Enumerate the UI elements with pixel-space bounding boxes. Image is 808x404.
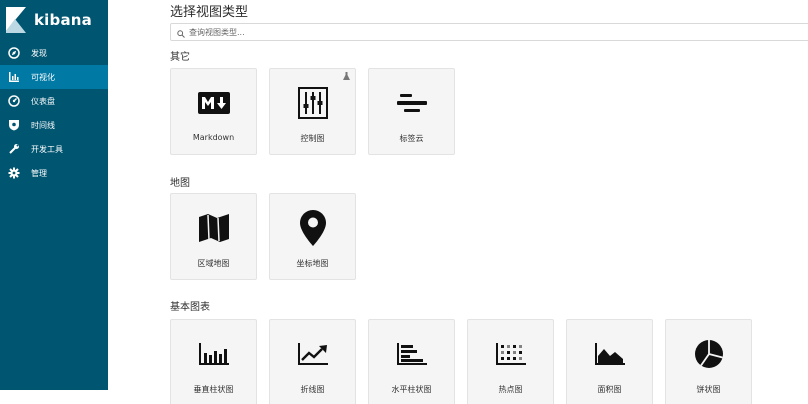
vertical-bar-icon bbox=[171, 338, 256, 370]
card-label: 折线图 bbox=[300, 385, 325, 394]
card-label: 热点图 bbox=[498, 385, 523, 394]
wrench-icon bbox=[8, 143, 20, 155]
card-label: 区域地图 bbox=[197, 259, 230, 268]
vis-card-controls[interactable]: 控制图 bbox=[269, 68, 356, 155]
tag-cloud-icon bbox=[369, 87, 454, 119]
vis-card-area[interactable]: 面积图 bbox=[566, 319, 653, 404]
compass-icon bbox=[8, 47, 20, 59]
sidebar: kibana 发现 可视化 仪表盘 时间线 开发工具 管理 bbox=[0, 0, 108, 390]
vis-card-tag-cloud[interactable]: 标签云 bbox=[368, 68, 455, 155]
card-label: 坐标地图 bbox=[296, 259, 329, 268]
horizontal-bar-icon bbox=[369, 338, 454, 370]
card-label: 标签云 bbox=[399, 134, 424, 143]
controls-icon bbox=[270, 87, 355, 119]
card-label: 水平柱状图 bbox=[391, 385, 432, 394]
sidebar-item-dev-tools[interactable]: 开发工具 bbox=[0, 137, 108, 161]
search-input[interactable] bbox=[189, 27, 749, 37]
vis-card-heatmap[interactable]: 热点图 bbox=[467, 319, 554, 404]
vis-card-vertical-bar[interactable]: 垂直柱状图 bbox=[170, 319, 257, 404]
sidebar-item-label: 发现 bbox=[31, 48, 47, 58]
card-label: 面积图 bbox=[597, 385, 622, 394]
card-label: 控制图 bbox=[300, 134, 325, 143]
vis-card-markdown[interactable]: Markdown bbox=[170, 68, 257, 155]
line-chart-icon bbox=[270, 338, 355, 370]
section-title-maps: 地图 bbox=[170, 178, 190, 189]
gauge-icon bbox=[8, 95, 20, 107]
brand-name: kibana bbox=[34, 11, 92, 29]
card-label: Markdown bbox=[192, 133, 235, 142]
card-label: 饼状图 bbox=[696, 385, 721, 394]
sidebar-item-discover[interactable]: 发现 bbox=[0, 41, 108, 65]
search-icon bbox=[177, 23, 185, 42]
region-map-icon bbox=[171, 212, 256, 244]
sidebar-item-management[interactable]: 管理 bbox=[0, 161, 108, 185]
vis-card-coordinate-map[interactable]: 坐标地图 bbox=[269, 193, 356, 280]
section-title-basic-charts: 基本图表 bbox=[170, 302, 210, 313]
card-label: 垂直柱状图 bbox=[193, 385, 234, 394]
sidebar-item-label: 时间线 bbox=[31, 120, 55, 130]
bar-chart-icon bbox=[8, 71, 20, 83]
flask-icon bbox=[343, 72, 350, 82]
sidebar-item-timelion[interactable]: 时间线 bbox=[0, 113, 108, 137]
brand[interactable]: kibana bbox=[0, 0, 108, 40]
sidebar-item-visualize[interactable]: 可视化 bbox=[0, 65, 108, 89]
vis-card-line[interactable]: 折线图 bbox=[269, 319, 356, 404]
vis-card-pie[interactable]: 饼状图 bbox=[665, 319, 752, 404]
kibana-logo-icon bbox=[6, 7, 26, 33]
main-content: 选择视图类型 其它 Markdown 控制图 标签云 地图 区域地 bbox=[108, 0, 808, 404]
sidebar-item-label: 仪表盘 bbox=[31, 96, 55, 106]
sidebar-item-dashboard[interactable]: 仪表盘 bbox=[0, 89, 108, 113]
area-chart-icon bbox=[567, 338, 652, 370]
sidebar-item-label: 开发工具 bbox=[31, 144, 63, 154]
page-title: 选择视图类型 bbox=[170, 5, 249, 20]
sidebar-nav: 发现 可视化 仪表盘 时间线 开发工具 管理 bbox=[0, 41, 108, 185]
markdown-icon bbox=[171, 87, 256, 119]
search-box[interactable] bbox=[170, 23, 808, 41]
gear-icon bbox=[8, 167, 20, 179]
vis-card-region-map[interactable]: 区域地图 bbox=[170, 193, 257, 280]
vis-card-horizontal-bar[interactable]: 水平柱状图 bbox=[368, 319, 455, 404]
pie-chart-icon bbox=[666, 338, 751, 370]
sidebar-item-label: 管理 bbox=[31, 168, 47, 178]
map-pin-icon bbox=[270, 210, 355, 246]
section-title-other: 其它 bbox=[170, 52, 190, 63]
shield-icon bbox=[8, 119, 20, 131]
heatmap-icon bbox=[468, 338, 553, 370]
sidebar-item-label: 可视化 bbox=[31, 72, 55, 82]
